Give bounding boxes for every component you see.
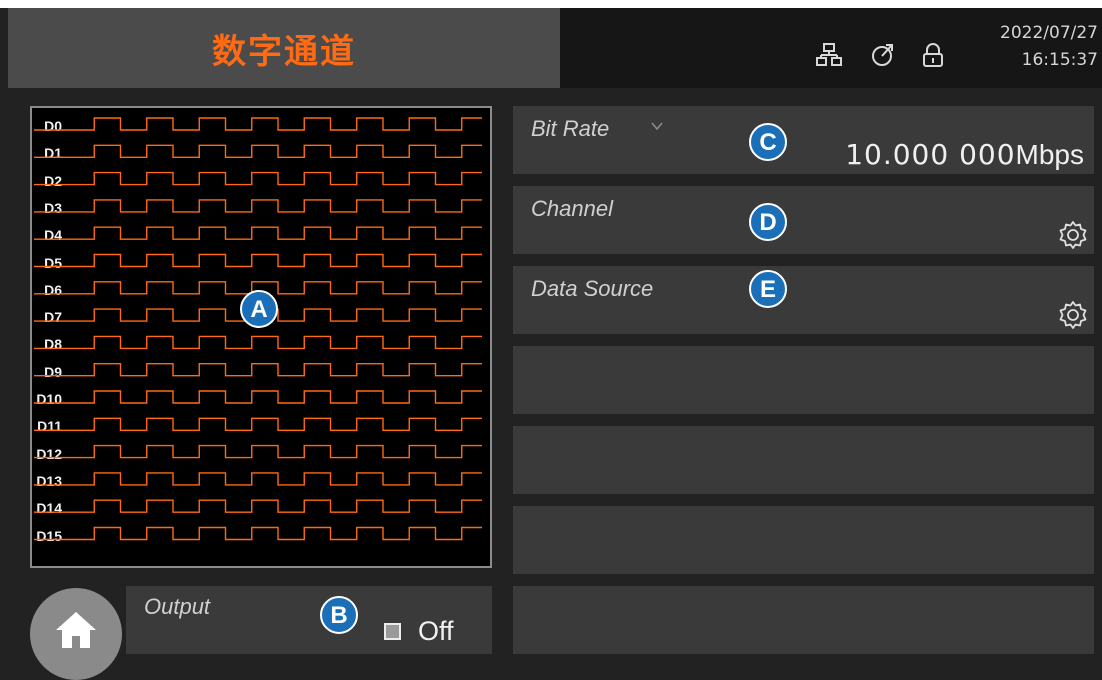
output-label: Output bbox=[144, 594, 211, 619]
output-checkbox[interactable] bbox=[384, 623, 401, 640]
bit-rate-number: 10.000 000 bbox=[845, 138, 1016, 171]
empty-slot-3 bbox=[513, 506, 1094, 574]
home-button[interactable] bbox=[30, 588, 122, 680]
output-toggle[interactable]: Output Off bbox=[126, 586, 492, 654]
channel-trace bbox=[34, 499, 482, 513]
channel-settings[interactable]: Channel bbox=[513, 186, 1094, 254]
page-title: 数字通道 bbox=[212, 31, 356, 72]
channel-trace bbox=[34, 226, 482, 240]
channel-trace bbox=[34, 335, 482, 350]
callout-marker-d: D bbox=[749, 203, 787, 241]
datetime: 2022/07/27 16:15:37 bbox=[968, 20, 1098, 74]
data-source-settings[interactable]: Data Source bbox=[513, 266, 1094, 334]
waveform-traces bbox=[34, 117, 482, 541]
channel-trace bbox=[34, 390, 482, 404]
empty-slot-1 bbox=[513, 346, 1094, 414]
channel-trace bbox=[34, 117, 482, 131]
bit-rate-label: Bit Rate bbox=[531, 116, 610, 141]
callout-marker-e: E bbox=[749, 270, 787, 308]
empty-slot-4 bbox=[513, 586, 1094, 654]
network-icon bbox=[816, 43, 842, 66]
channel-trace bbox=[34, 526, 482, 541]
bit-rate-field[interactable]: Bit Rate 10.000 000Mbps bbox=[513, 106, 1094, 174]
lock-icon bbox=[923, 43, 943, 67]
gear-icon[interactable] bbox=[1058, 220, 1088, 250]
callout-marker-b: B bbox=[320, 596, 358, 634]
callout-marker-a: A bbox=[240, 290, 278, 328]
waveform-display[interactable]: D0 D1 D2 D3 D4 D5 D6 D7 D8 D9 D10 D11 D12 D13 D14 D15 bbox=[30, 106, 492, 568]
chevron-down-icon bbox=[651, 122, 663, 131]
channel-trace bbox=[34, 171, 482, 186]
timer-icon bbox=[872, 44, 893, 66]
channel-trace bbox=[34, 417, 482, 431]
channel-trace bbox=[34, 144, 482, 158]
output-value: Off bbox=[418, 616, 454, 646]
channel-trace bbox=[34, 363, 482, 377]
time-text: 16:15:37 bbox=[1021, 50, 1098, 70]
title-bar: 数字通道 bbox=[8, 8, 560, 88]
bit-rate-value: 10.000 000Mbps bbox=[845, 138, 1084, 171]
channel-label: Channel bbox=[531, 196, 613, 221]
channel-trace bbox=[34, 472, 482, 486]
top-frame bbox=[0, 0, 1102, 8]
status-bar: 2022/07/27 16:15:37 bbox=[560, 8, 1102, 88]
channel-trace bbox=[34, 199, 482, 213]
bit-rate-unit: Mbps bbox=[1015, 139, 1084, 170]
data-source-label: Data Source bbox=[531, 276, 654, 301]
callout-marker-c: C bbox=[749, 123, 787, 161]
channel-trace bbox=[34, 444, 482, 459]
channel-trace bbox=[34, 253, 482, 268]
home-icon bbox=[56, 612, 96, 648]
empty-slot-2 bbox=[513, 426, 1094, 494]
date-text: 2022/07/27 bbox=[1000, 23, 1098, 43]
gear-icon[interactable] bbox=[1058, 300, 1088, 330]
